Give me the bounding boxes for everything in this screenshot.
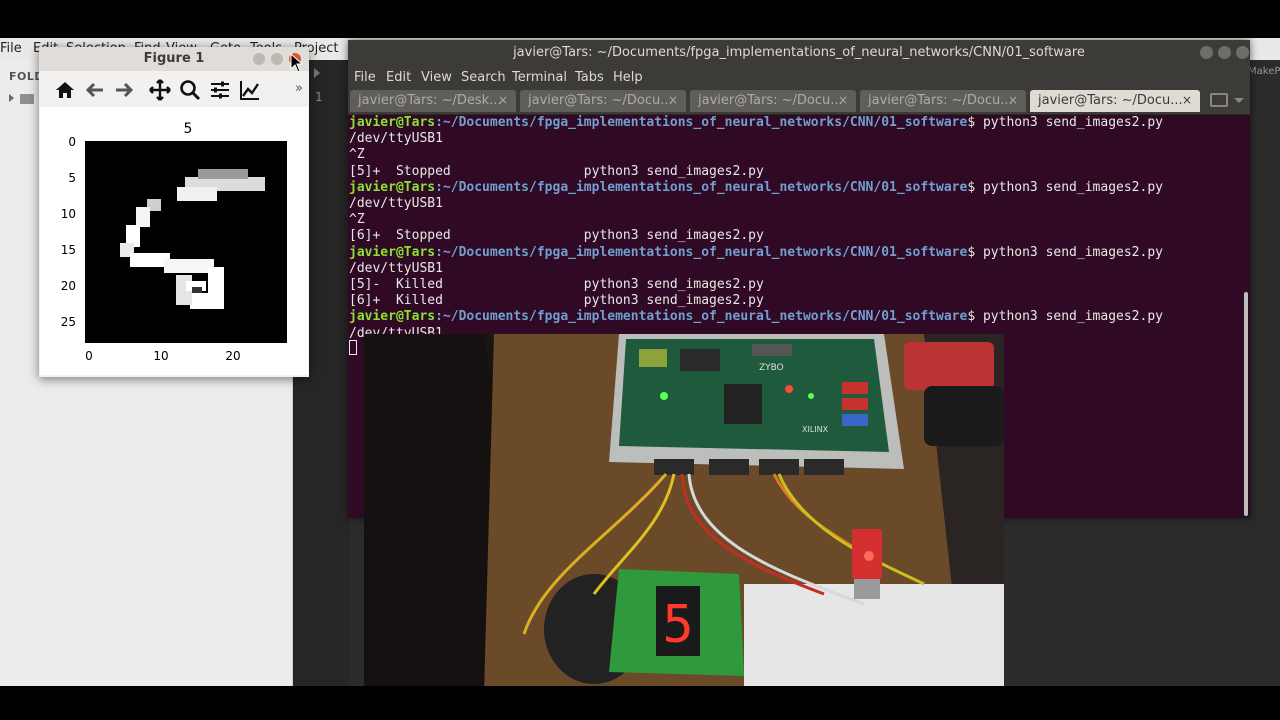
tab-label: javier@Tars: ~/Docu...: [1038, 93, 1183, 108]
tab-close-icon[interactable]: ×: [668, 93, 678, 107]
terminal-cursor: [349, 340, 357, 355]
terminal-tab-5-active[interactable]: javier@Tars: ~/Docu... ×: [1030, 90, 1200, 112]
terminal-tab-4[interactable]: javier@Tars: ~/Docu... ×: [860, 90, 1026, 112]
figure-title: Figure 1: [143, 51, 205, 66]
terminal-line: [6]+ Killed python3 send_images2.py: [349, 293, 764, 309]
minimize-button[interactable]: [1200, 46, 1213, 59]
x-tick-10: 10: [153, 349, 168, 363]
y-tick-labels: 0 5 10 15 20 25: [61, 135, 76, 329]
tab-close-icon[interactable]: ×: [498, 93, 508, 107]
menu-file[interactable]: File: [354, 70, 376, 85]
sidebar-folder-item[interactable]: [9, 92, 39, 106]
tab-scroll-arrow-icon[interactable]: [314, 68, 320, 78]
tab-menu-icon[interactable]: [1234, 98, 1244, 103]
mouse-pointer-icon: [290, 53, 304, 73]
tab-label: javier@Tars: ~/Docu...: [698, 93, 843, 108]
x-tick-labels: 0 10 20: [85, 349, 240, 363]
bottom-letterbox: [0, 686, 1280, 720]
fpga-board-photo: ZYBO XILINX 5: [364, 334, 1004, 694]
editor-code-area[interactable]: [1004, 518, 1280, 686]
mnist-image-plot: 5 0 5 10 15 20 25 0 10 20: [61, 121, 287, 363]
terminal-tab-3[interactable]: javier@Tars: ~/Docu... ×: [690, 90, 856, 112]
menu-tabs[interactable]: Tabs: [575, 70, 604, 85]
terminal-line: [6]+ Stopped python3 send_images2.py: [349, 228, 764, 244]
terminal-line: [5]- Killed python3 send_images2.py: [349, 277, 764, 292]
terminal-scrollbar[interactable]: [1244, 292, 1248, 516]
new-tab-icon[interactable]: [1210, 93, 1228, 107]
terminal-line: javier@Tars:~/Documents/fpga_implementat…: [349, 309, 1163, 325]
menu-edit[interactable]: Edit: [386, 70, 411, 85]
figure-maximize-button[interactable]: [271, 53, 283, 65]
pan-icon[interactable]: [148, 78, 172, 102]
top-letterbox: [0, 0, 1280, 38]
terminal-line: /dev/ttyUSB1: [349, 131, 443, 147]
folder-icon: [20, 94, 34, 104]
figure-window: Figure 1 » 5 0 5 10 15 20 25 0 10 20: [39, 47, 309, 377]
terminal-tabbar: javier@Tars: ~/Desk... × javier@Tars: ~/…: [348, 88, 1250, 115]
terminal-line: javier@Tars:~/Documents/fpga_implementat…: [349, 179, 1163, 195]
terminal-line: /dev/ttyUSB1: [349, 196, 443, 211]
maximize-button[interactable]: [1218, 46, 1231, 59]
home-icon[interactable]: [53, 78, 77, 102]
close-button[interactable]: [1236, 46, 1249, 59]
figure-minimize-button[interactable]: [253, 53, 265, 65]
terminal-line: /dev/ttyUSB1: [349, 260, 443, 276]
figure-toolbar: »: [39, 71, 309, 107]
line-number: 1: [315, 90, 323, 104]
editor-right-tab[interactable]: MakePh: [1248, 66, 1280, 84]
figure-canvas[interactable]: 5 0 5 10 15 20 25 0 10 20: [40, 107, 308, 375]
edit-axes-icon[interactable]: [238, 78, 262, 102]
tab-label: javier@Tars: ~/Desk...: [358, 93, 502, 108]
y-tick-0: 0: [68, 135, 76, 149]
fpga-board-photo-drawing: ZYBO XILINX 5: [364, 334, 1004, 694]
tab-close-icon[interactable]: ×: [1008, 93, 1018, 107]
editor-menu-file[interactable]: File: [0, 41, 22, 56]
tab-close-icon[interactable]: ×: [1182, 93, 1192, 107]
configure-icon[interactable]: [208, 78, 232, 102]
terminal-line: ^Z: [349, 147, 365, 163]
terminal-tab-1[interactable]: javier@Tars: ~/Desk... ×: [350, 90, 516, 112]
terminal-line: [5]+ Stopped python3 send_images2.py: [349, 163, 764, 179]
y-tick-10: 10: [61, 207, 76, 221]
menu-search[interactable]: Search: [461, 70, 506, 85]
toolbar-overflow-icon[interactable]: »: [295, 81, 303, 96]
seven-segment-digit: 5: [662, 595, 693, 655]
menu-terminal[interactable]: Terminal: [512, 70, 567, 85]
terminal-menubar: File Edit View Search Terminal Tabs Help: [348, 66, 1250, 88]
y-tick-15: 15: [61, 243, 76, 257]
terminal-tab-2[interactable]: javier@Tars: ~/Docu... ×: [520, 90, 686, 112]
y-tick-25: 25: [61, 315, 76, 329]
expand-arrow-icon[interactable]: [9, 94, 14, 102]
y-tick-5: 5: [68, 171, 76, 185]
forward-icon[interactable]: [112, 78, 136, 102]
board-brand: XILINX: [802, 425, 829, 434]
terminal-line: javier@Tars:~/Documents/fpga_implementat…: [349, 244, 1163, 260]
plot-title: 5: [184, 121, 193, 137]
x-tick-20: 20: [225, 349, 240, 363]
y-tick-20: 20: [61, 279, 76, 293]
x-tick-0: 0: [85, 349, 93, 363]
board-label: ZYBO: [759, 363, 784, 373]
tab-close-icon[interactable]: ×: [838, 93, 848, 107]
menu-view[interactable]: View: [421, 70, 452, 85]
menu-help[interactable]: Help: [613, 70, 643, 85]
image-axes: [85, 141, 287, 343]
tab-label: javier@Tars: ~/Docu...: [528, 93, 673, 108]
terminal-line: ^Z: [349, 212, 365, 228]
back-icon[interactable]: [83, 78, 107, 102]
tab-label: javier@Tars: ~/Docu...: [868, 93, 1013, 108]
terminal-title: javier@Tars: ~/Documents/fpga_implementa…: [513, 45, 1085, 60]
terminal-line: javier@Tars:~/Documents/fpga_implementat…: [349, 115, 1163, 130]
zoom-icon[interactable]: [178, 78, 202, 102]
terminal-titlebar[interactable]: javier@Tars: ~/Documents/fpga_implementa…: [348, 40, 1250, 66]
figure-titlebar[interactable]: Figure 1: [39, 47, 309, 72]
